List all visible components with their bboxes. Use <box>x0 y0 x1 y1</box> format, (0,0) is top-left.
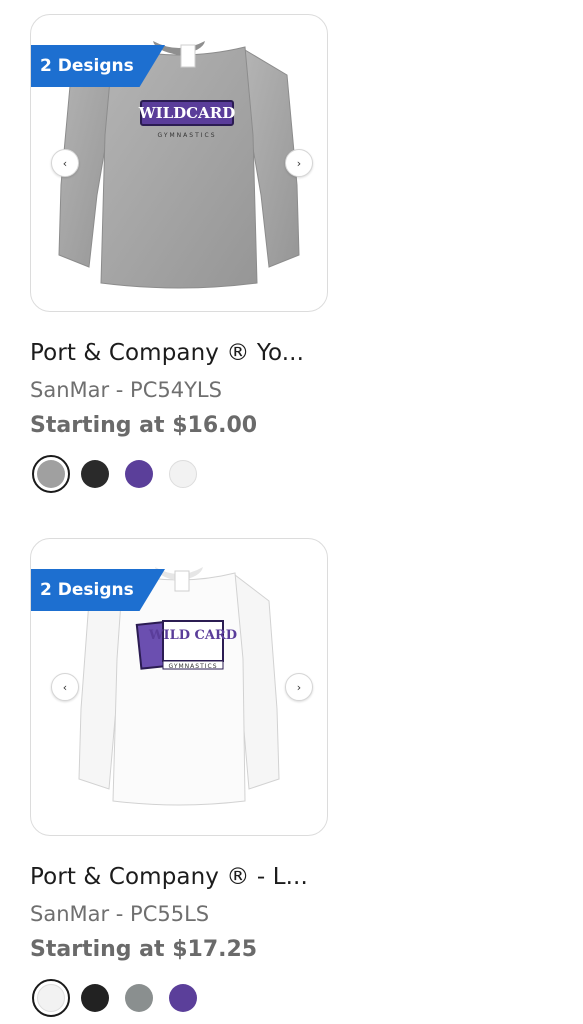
color-swatches <box>32 455 208 493</box>
product-sku: SanMar - PC55LS <box>30 902 210 926</box>
chevron-right-icon[interactable]: › <box>285 149 313 177</box>
swatch-white <box>37 984 65 1012</box>
shirt-logo-text: WILD CARD <box>148 628 237 643</box>
color-swatch-selected[interactable] <box>32 979 70 1017</box>
color-swatch[interactable] <box>120 455 158 493</box>
color-swatch[interactable] <box>76 979 114 1017</box>
product-image-carousel[interactable]: 2 Designs WILD CARD GYMNASTICS ‹ › <box>30 538 328 836</box>
swatch-white <box>169 460 197 488</box>
product-card[interactable]: 2 Designs WILD CARD GYMNASTICS ‹ › Port … <box>30 538 328 1017</box>
swatch-black <box>81 460 109 488</box>
shirt-logo-subtext: GYMNASTICS <box>157 132 216 139</box>
product-title[interactable]: Port & Company ® Yo... <box>30 340 304 366</box>
swatch-black <box>81 984 109 1012</box>
color-swatch[interactable] <box>164 455 202 493</box>
product-list: 2 Designs WILDCARD GYMNASTICS ‹ › Port &… <box>0 0 583 1024</box>
color-swatch[interactable] <box>120 979 158 1017</box>
product-price: Starting at $17.25 <box>30 937 258 962</box>
product-sku: SanMar - PC54YLS <box>30 378 222 402</box>
chevron-left-icon[interactable]: ‹ <box>51 673 79 701</box>
swatch-gray <box>37 460 65 488</box>
product-price: Starting at $16.00 <box>30 413 258 438</box>
swatch-gray <box>125 984 153 1012</box>
shirt-logo-subtext: GYMNASTICS <box>168 663 217 670</box>
product-title[interactable]: Port & Company ® - L... <box>30 864 308 890</box>
chevron-right-icon[interactable]: › <box>285 673 313 701</box>
swatch-purple <box>125 460 153 488</box>
swatch-purple <box>169 984 197 1012</box>
shirt-logo-text: WILDCARD <box>138 104 235 122</box>
color-swatch[interactable] <box>164 979 202 1017</box>
color-swatch-selected[interactable] <box>32 455 70 493</box>
color-swatch[interactable] <box>76 455 114 493</box>
chevron-left-icon[interactable]: ‹ <box>51 149 79 177</box>
product-card[interactable]: 2 Designs WILDCARD GYMNASTICS ‹ › Port &… <box>30 14 328 493</box>
product-image-carousel[interactable]: 2 Designs WILDCARD GYMNASTICS ‹ › <box>30 14 328 312</box>
color-swatches <box>32 979 208 1017</box>
